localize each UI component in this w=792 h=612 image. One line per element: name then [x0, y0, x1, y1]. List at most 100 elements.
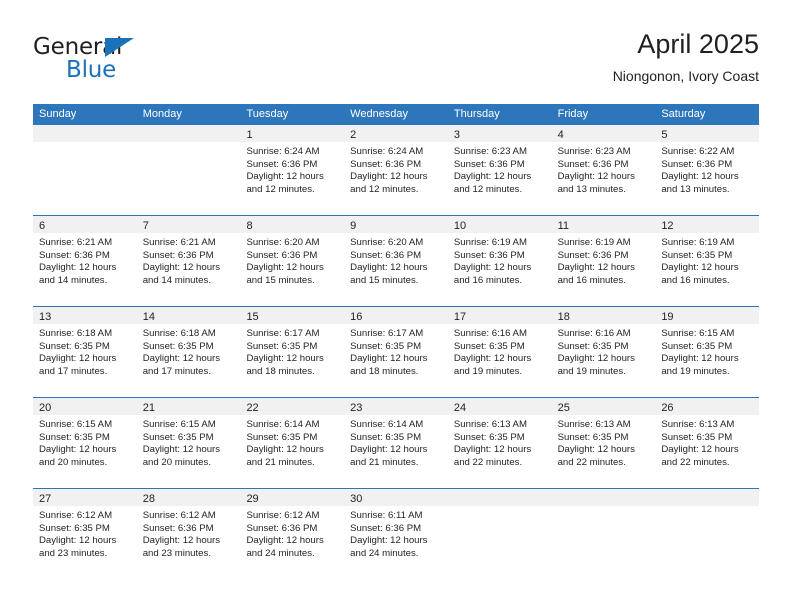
day-daylight2-text: and 15 minutes. [246, 274, 315, 286]
logo-text-blue: Blue [66, 57, 117, 83]
day-daylight1-text: Daylight: 12 hours [246, 262, 324, 274]
day-sunset-text: Sunset: 6:35 PM [246, 431, 318, 443]
day-daylight1-text: Daylight: 12 hours [557, 171, 635, 183]
calendar-day-cell[interactable]: 14 Sunrise: 6:18 AM Sunset: 6:35 PM Dayligh… [136, 307, 241, 397]
calendar-day-cell-empty [655, 489, 760, 579]
day-daylight2-text: and 24 minutes. [246, 547, 315, 559]
calendar-day-cell[interactable]: 25 Sunrise: 6:13 AM Sunset: 6:35 PM Dayligh… [551, 398, 656, 488]
day-number-band: 25 [551, 398, 656, 415]
calendar-day-cell[interactable]: 9 Sunrise: 6:20 AM Sunset: 6:36 PM Daylight… [344, 216, 448, 306]
day-number-band: 12 [655, 216, 760, 233]
day-daylight2-text: and 17 minutes. [142, 365, 211, 377]
day-daylight2-text: and 14 minutes. [39, 274, 108, 286]
calendar-day-cell[interactable]: 23 Sunrise: 6:14 AM Sunset: 6:35 PM Dayligh… [344, 398, 448, 488]
day-daylight1-text: Daylight: 12 hours [39, 262, 117, 274]
calendar-day-cell[interactable]: 1 Sunrise: 6:24 AM Sunset: 6:36 PM Daylight… [240, 125, 345, 215]
calendar-day-cell[interactable]: 3 Sunrise: 6:23 AM Sunset: 6:36 PM Daylight… [447, 125, 552, 215]
calendar-day-cell[interactable]: 21 Sunrise: 6:15 AM Sunset: 6:35 PM Dayligh… [136, 398, 241, 488]
calendar-day-cell[interactable]: 28 Sunrise: 6:12 AM Sunset: 6:36 PM Dayligh… [136, 489, 241, 579]
day-daylight1-text: Daylight: 12 hours [557, 262, 635, 274]
day-sunrise-text: Sunrise: 6:12 AM [142, 510, 216, 521]
day-sunrise-text: Sunrise: 6:15 AM [142, 419, 216, 430]
weekday-header-row: Sunday Monday Tuesday Wednesday Thursday Frid… [33, 104, 759, 125]
day-daylight1-text: Daylight: 12 hours [350, 535, 428, 547]
day-daylight2-text: and 21 minutes. [350, 456, 419, 468]
day-info: Sunrise: 6:19 AM Sunset: 6:36 PM Daylight:… [552, 233, 656, 287]
calendar-week-row: 20 Sunrise: 6:15 AM Sunset: 6:35 PM Dayligh… [33, 398, 760, 489]
day-daylight1-text: Daylight: 12 hours [39, 535, 117, 547]
day-daylight2-text: and 12 minutes. [246, 183, 315, 195]
day-number-band: 16 [344, 307, 448, 324]
day-sunrise-text: Sunrise: 6:23 AM [453, 146, 527, 157]
day-info: Sunrise: 6:17 AM Sunset: 6:35 PM Daylight:… [344, 324, 448, 378]
day-number: 5 [661, 129, 668, 141]
calendar-day-cell[interactable]: 12 Sunrise: 6:19 AM Sunset: 6:35 PM Dayligh… [655, 216, 760, 306]
calendar-day-cell[interactable]: 10 Sunrise: 6:19 AM Sunset: 6:36 PM Dayligh… [447, 216, 552, 306]
day-number: 17 [453, 311, 467, 323]
day-sunrise-text: Sunrise: 6:15 AM [39, 419, 113, 430]
calendar-day-cell[interactable]: 30 Sunrise: 6:11 AM Sunset: 6:36 PM Dayligh… [344, 489, 448, 579]
day-sunset-text: Sunset: 6:36 PM [350, 522, 422, 534]
day-daylight1-text: Daylight: 12 hours [557, 444, 635, 456]
calendar-day-cell[interactable]: 26 Sunrise: 6:13 AM Sunset: 6:35 PM Dayligh… [655, 398, 760, 488]
calendar-day-cell[interactable]: 6 Sunrise: 6:21 AM Sunset: 6:36 PM Daylight… [33, 216, 137, 306]
day-number-band: 23 [344, 398, 448, 415]
calendar-day-cell[interactable]: 4 Sunrise: 6:23 AM Sunset: 6:36 PM Daylight… [551, 125, 656, 215]
day-sunrise-text: Sunrise: 6:18 AM [142, 328, 216, 339]
calendar-day-cell-empty [33, 125, 137, 215]
day-sunset-text: Sunset: 6:36 PM [246, 522, 318, 534]
day-daylight2-text: and 14 minutes. [142, 274, 211, 286]
day-number-band: 6 [33, 216, 137, 233]
calendar-day-cell[interactable]: 2 Sunrise: 6:24 AM Sunset: 6:36 PM Daylight… [344, 125, 448, 215]
day-number-band: 13 [33, 307, 137, 324]
calendar-day-cell[interactable]: 18 Sunrise: 6:16 AM Sunset: 6:35 PM Dayligh… [551, 307, 656, 397]
day-number: 16 [350, 311, 363, 323]
day-daylight1-text: Daylight: 12 hours [142, 353, 221, 365]
day-number: 30 [350, 493, 363, 505]
calendar-day-cell[interactable]: 7 Sunrise: 6:21 AM Sunset: 6:36 PM Daylight… [136, 216, 241, 306]
day-sunset-text: Sunset: 6:36 PM [246, 249, 318, 261]
day-sunset-text: Sunset: 6:36 PM [350, 158, 422, 170]
day-number-band: 28 [136, 489, 241, 506]
day-number-band: 30 [344, 489, 448, 506]
day-daylight2-text: and 13 minutes. [557, 183, 626, 195]
calendar-day-cell[interactable]: 16 Sunrise: 6:17 AM Sunset: 6:35 PM Dayligh… [344, 307, 448, 397]
calendar-day-cell[interactable]: 24 Sunrise: 6:13 AM Sunset: 6:35 PM Dayligh… [447, 398, 552, 488]
calendar-day-cell[interactable]: 29 Sunrise: 6:12 AM Sunset: 6:36 PM Dayligh… [240, 489, 345, 579]
weekday-header-friday: Friday [557, 108, 589, 120]
calendar-week-row: 27 Sunrise: 6:12 AM Sunset: 6:35 PM Dayligh… [33, 489, 760, 579]
day-number: 14 [142, 311, 155, 323]
calendar-day-cell[interactable]: 5 Sunrise: 6:22 AM Sunset: 6:36 PM Daylight… [655, 125, 760, 215]
day-sunset-text: Sunset: 6:35 PM [142, 340, 214, 352]
calendar-page: General Blue April 2025 Niongonon, Ivory… [0, 0, 792, 612]
day-number-band: 4 [551, 125, 656, 142]
day-info: Sunrise: 6:13 AM Sunset: 6:35 PM Daylight:… [655, 415, 759, 469]
day-sunset-text: Sunset: 6:36 PM [661, 158, 733, 170]
day-daylight2-text: and 16 minutes. [453, 274, 523, 286]
calendar-day-cell[interactable]: 27 Sunrise: 6:12 AM Sunset: 6:35 PM Dayligh… [33, 489, 137, 579]
day-daylight2-text: and 24 minutes. [350, 547, 419, 559]
calendar-day-cell-empty [136, 125, 241, 215]
day-sunset-text: Sunset: 6:36 PM [557, 158, 629, 170]
day-sunset-text: Sunset: 6:35 PM [142, 431, 214, 443]
calendar-day-cell[interactable]: 11 Sunrise: 6:19 AM Sunset: 6:36 PM Dayligh… [551, 216, 656, 306]
day-info: Sunrise: 6:12 AM Sunset: 6:36 PM Daylight:… [240, 506, 344, 560]
weekday-header-thursday: Thursday [453, 108, 500, 120]
calendar-day-cell[interactable]: 22 Sunrise: 6:14 AM Sunset: 6:35 PM Dayligh… [240, 398, 345, 488]
weekday-header-saturday: Saturday [661, 108, 706, 120]
calendar-day-cell[interactable]: 20 Sunrise: 6:15 AM Sunset: 6:35 PM Dayligh… [33, 398, 137, 488]
general-blue-logo[interactable]: General Blue [33, 34, 233, 90]
page-subtitle: Niongonon, Ivory Coast [612, 68, 759, 84]
day-number: 23 [350, 402, 363, 414]
day-info: Sunrise: 6:19 AM Sunset: 6:36 PM Daylight:… [448, 233, 552, 287]
day-sunset-text: Sunset: 6:35 PM [453, 340, 525, 352]
calendar-day-cell[interactable]: 13 Sunrise: 6:18 AM Sunset: 6:35 PM Dayligh… [33, 307, 137, 397]
calendar-week-row: 6 Sunrise: 6:21 AM Sunset: 6:36 PM Daylight… [33, 216, 760, 307]
day-daylight1-text: Daylight: 12 hours [661, 353, 739, 365]
day-info: Sunrise: 6:20 AM Sunset: 6:36 PM Daylight:… [344, 233, 448, 287]
day-daylight1-text: Daylight: 12 hours [350, 262, 428, 274]
calendar-day-cell[interactable]: 17 Sunrise: 6:16 AM Sunset: 6:35 PM Dayligh… [447, 307, 552, 397]
calendar-day-cell[interactable]: 15 Sunrise: 6:17 AM Sunset: 6:35 PM Dayligh… [240, 307, 345, 397]
calendar-day-cell[interactable]: 8 Sunrise: 6:20 AM Sunset: 6:36 PM Daylight… [240, 216, 345, 306]
calendar-day-cell[interactable]: 19 Sunrise: 6:15 AM Sunset: 6:35 PM Dayligh… [655, 307, 760, 397]
